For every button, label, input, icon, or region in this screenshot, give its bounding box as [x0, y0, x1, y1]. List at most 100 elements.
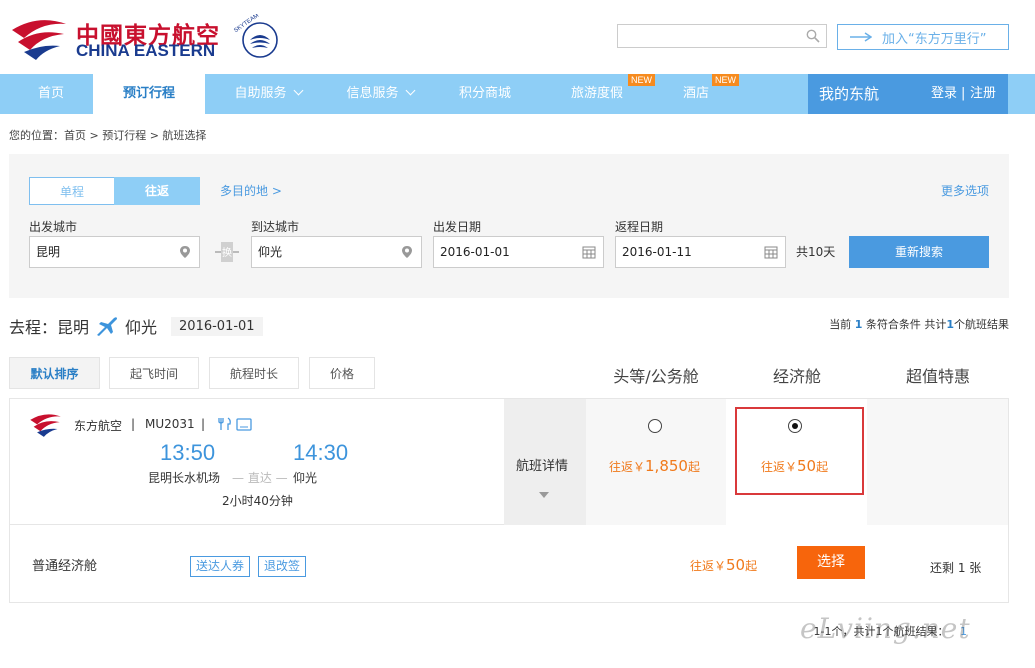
departure-time: 13:50: [160, 440, 216, 465]
swap-label: 换: [222, 246, 232, 259]
route-origin: 去程：昆明: [9, 318, 90, 337]
sort-price[interactable]: 价格: [309, 357, 375, 389]
from-city-value: 昆明: [36, 245, 61, 259]
login-link[interactable]: 登录: [931, 74, 957, 114]
departure-airport: 昆明长水机场: [148, 471, 221, 485]
fare-tag-refund-change[interactable]: 退改签: [258, 556, 307, 577]
count-middle: 条符合条件 共计: [865, 318, 947, 331]
watermark: eLviing.net: [800, 612, 971, 645]
nav-label: 预订行程: [122, 86, 175, 101]
logo-english-text: CHINA EASTERN: [76, 41, 216, 60]
breadcrumb: 您的位置：首页 > 预订行程 > 航班选择: [9, 129, 207, 142]
calendar-icon: [582, 246, 596, 259]
tab-round-trip[interactable]: 往返: [114, 177, 200, 205]
return-date-input[interactable]: 2016-01-11: [615, 236, 786, 268]
fare-price: 往返￥50起: [690, 556, 757, 574]
china-eastern-logo-icon: [12, 20, 66, 60]
nav-label: 酒店: [682, 86, 709, 101]
sort-duration[interactable]: 航程时长: [209, 357, 299, 389]
first-business-price: 往返￥1,850起: [609, 457, 700, 475]
count-number: 1: [854, 318, 863, 331]
nav-item-hotel[interactable]: 酒店 NEW: [668, 74, 739, 114]
register-link[interactable]: 注册: [970, 74, 996, 114]
new-badge: NEW: [712, 74, 739, 86]
separator: |: [131, 417, 136, 431]
cabin-header-first-business: 头等/公务舱: [613, 367, 699, 386]
airline-logo-icon: [30, 414, 61, 437]
first-business-fare-cell[interactable]: 往返￥1,850起: [586, 399, 726, 525]
site-search-input[interactable]: [617, 24, 827, 48]
airline-name: 东方航空: [74, 419, 123, 433]
location-pin-icon: [402, 246, 412, 258]
multi-city-link[interactable]: 多目的地 >: [220, 182, 282, 199]
sort-depart-time[interactable]: 起飞时间: [109, 357, 199, 389]
nav-label: 旅游度假: [570, 86, 623, 101]
airplane-icon: [97, 317, 118, 336]
meal-icon: [218, 417, 231, 430]
new-badge: NEW: [628, 74, 655, 86]
direct-flight-label: — 直达 —: [232, 471, 288, 485]
price-prefix: 往返￥: [609, 460, 646, 474]
fare-class-name: 普通经济舱: [32, 559, 98, 574]
fare-tag-voucher[interactable]: 送达人券: [190, 556, 251, 577]
count-prefix: 当前: [829, 318, 852, 331]
tab-one-way[interactable]: 单程: [29, 177, 115, 205]
result-count: 当前 1 条符合条件 共计1个航班结果: [829, 316, 1009, 332]
chevron-down-icon: [293, 85, 303, 96]
location-pin-icon: [180, 246, 190, 258]
return-date-label: 返程日期: [615, 220, 664, 234]
price-suffix: 起: [745, 559, 758, 573]
search-again-button[interactable]: 重新搜索: [849, 236, 989, 268]
price-amount: 1,850: [645, 457, 688, 475]
join-loyalty-button[interactable]: 加入“东方万里行”: [837, 24, 1009, 50]
nav-item-info-service[interactable]: 信息服务: [334, 74, 426, 114]
first-business-radio[interactable]: [648, 419, 662, 433]
nav-label: 积分商城: [458, 86, 511, 101]
arrival-airport: 仰光: [293, 471, 318, 485]
nav-label: 自助服务: [234, 86, 287, 101]
select-fare-button[interactable]: 选择: [797, 546, 865, 579]
route-summary: 去程：昆明 仰光 2016-01-01: [9, 314, 263, 338]
arrow-right-icon: [850, 32, 872, 42]
search-icon[interactable]: [806, 29, 820, 43]
depart-date-input[interactable]: 2016-01-01: [433, 236, 604, 268]
from-city-input[interactable]: 昆明: [29, 236, 200, 268]
trip-days: 共10天: [796, 245, 836, 259]
search-panel: 单程 往返 多目的地 > 更多选项 出发城市 昆明 换 到达城市 仰光 出发日期…: [9, 154, 1009, 298]
skyteam-logo-icon: SKYTEAM: [233, 14, 278, 58]
chevron-down-icon: [405, 85, 415, 96]
separator: |: [201, 417, 206, 431]
nav-item-points-mall[interactable]: 积分商城: [446, 74, 524, 114]
my-ce-link[interactable]: 我的东航: [819, 74, 879, 114]
swap-cities-icon[interactable]: 换: [215, 239, 239, 265]
special-fare-cell: [867, 399, 1008, 525]
to-city-value: 仰光: [258, 245, 283, 259]
seats-remaining: 还剩 1 张: [930, 561, 982, 575]
separator: |: [961, 86, 966, 101]
price-suffix: 起: [687, 460, 700, 474]
nav-item-self-service[interactable]: 自助服务: [222, 74, 314, 114]
nav-item-home[interactable]: 首页: [14, 74, 88, 114]
price-amount: 50: [726, 556, 746, 574]
depart-date-value: 2016-01-01: [440, 245, 510, 259]
nav-item-travel[interactable]: 旅游度假 NEW: [558, 74, 655, 114]
sort-default[interactable]: 默认排序: [9, 357, 100, 389]
entertainment-icon: [236, 418, 252, 431]
economy-selection-highlight: [735, 407, 864, 495]
from-label: 出发城市: [29, 220, 78, 234]
nav-item-booking[interactable]: 预订行程: [93, 74, 205, 116]
depart-date-label: 出发日期: [433, 220, 482, 234]
nav-label: 信息服务: [346, 86, 399, 101]
to-city-input[interactable]: 仰光: [251, 236, 422, 268]
flight-number[interactable]: MU2031: [145, 417, 195, 431]
return-date-value: 2016-01-11: [622, 245, 692, 259]
more-options-link[interactable]: 更多选项: [941, 182, 989, 199]
to-label: 到达城市: [251, 220, 300, 234]
route-destination: 仰光: [125, 318, 158, 337]
price-prefix: 往返￥: [690, 559, 727, 573]
count-suffix: 个航班结果: [954, 318, 1009, 331]
direct-text: 直达: [247, 471, 272, 485]
flight-detail-toggle[interactable]: 航班详情: [504, 399, 586, 525]
cabin-header-economy: 经济舱: [772, 367, 821, 386]
count-total: 1: [946, 318, 954, 331]
